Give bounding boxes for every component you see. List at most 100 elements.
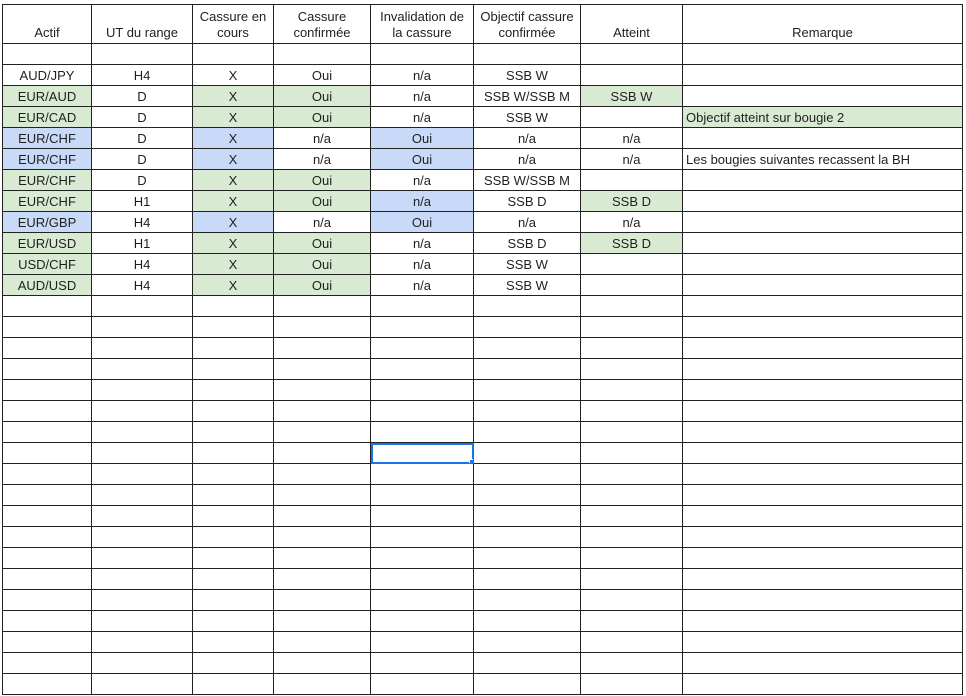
- cell-invalidation[interactable]: Oui: [370, 148, 474, 170]
- cell-cassure-en-cours[interactable]: [192, 316, 274, 338]
- header-cassure-confirmee[interactable]: Cassure confirmée: [273, 4, 371, 44]
- cell-remarque[interactable]: [682, 673, 963, 695]
- cell-actif[interactable]: [2, 484, 92, 506]
- cell-atteint[interactable]: [580, 568, 683, 590]
- cell-remarque[interactable]: [682, 547, 963, 569]
- cell-cassure-confirmee[interactable]: [273, 547, 371, 569]
- cell-actif[interactable]: EUR/AUD: [2, 85, 92, 107]
- cell-cassure-en-cours[interactable]: [192, 589, 274, 611]
- cell-invalidation[interactable]: n/a: [370, 253, 474, 275]
- cell-invalidation[interactable]: [370, 652, 474, 674]
- cell-remarque[interactable]: [682, 43, 963, 65]
- cell-cassure-confirmee[interactable]: [273, 358, 371, 380]
- cell-ut[interactable]: [91, 610, 193, 632]
- cell-actif[interactable]: [2, 505, 92, 527]
- cell-cassure-en-cours[interactable]: X: [192, 127, 274, 149]
- cell-ut[interactable]: [91, 421, 193, 443]
- cell-invalidation[interactable]: Oui: [370, 127, 474, 149]
- cell-invalidation[interactable]: [370, 547, 474, 569]
- cell-objectif[interactable]: [473, 358, 581, 380]
- cell-ut[interactable]: [91, 337, 193, 359]
- cell-atteint[interactable]: [580, 379, 683, 401]
- cell-atteint[interactable]: [580, 505, 683, 527]
- cell-cassure-confirmee[interactable]: [273, 43, 371, 65]
- cell-cassure-en-cours[interactable]: [192, 505, 274, 527]
- cell-actif[interactable]: [2, 673, 92, 695]
- cell-atteint[interactable]: n/a: [580, 148, 683, 170]
- cell-cassure-en-cours[interactable]: [192, 526, 274, 548]
- cell-cassure-en-cours[interactable]: [192, 400, 274, 422]
- cell-atteint[interactable]: [580, 400, 683, 422]
- cell-objectif[interactable]: [473, 442, 581, 464]
- cell-actif[interactable]: [2, 358, 92, 380]
- cell-cassure-confirmee[interactable]: [273, 379, 371, 401]
- cell-invalidation[interactable]: [370, 484, 474, 506]
- cell-actif[interactable]: [2, 652, 92, 674]
- cell-cassure-confirmee[interactable]: [273, 652, 371, 674]
- cell-invalidation[interactable]: [370, 631, 474, 653]
- cell-invalidation[interactable]: [370, 43, 474, 65]
- cell-ut[interactable]: [91, 547, 193, 569]
- cell-cassure-confirmee[interactable]: [273, 337, 371, 359]
- cell-actif[interactable]: EUR/CHF: [2, 127, 92, 149]
- cell-actif[interactable]: [2, 442, 92, 464]
- cell-cassure-en-cours[interactable]: X: [192, 64, 274, 86]
- cell-ut[interactable]: [91, 379, 193, 401]
- cell-objectif[interactable]: SSB W: [473, 253, 581, 275]
- cell-atteint[interactable]: [580, 421, 683, 443]
- cell-remarque[interactable]: [682, 610, 963, 632]
- cell-cassure-en-cours[interactable]: X: [192, 253, 274, 275]
- cell-atteint[interactable]: [580, 631, 683, 653]
- cell-objectif[interactable]: SSB D: [473, 190, 581, 212]
- cell-cassure-en-cours[interactable]: [192, 43, 274, 65]
- cell-invalidation[interactable]: n/a: [370, 169, 474, 191]
- cell-actif[interactable]: [2, 400, 92, 422]
- cell-cassure-confirmee[interactable]: [273, 505, 371, 527]
- cell-remarque[interactable]: [682, 232, 963, 254]
- cell-atteint[interactable]: SSB D: [580, 190, 683, 212]
- cell-ut[interactable]: [91, 484, 193, 506]
- cell-actif[interactable]: EUR/USD: [2, 232, 92, 254]
- cell-objectif[interactable]: SSB W/SSB M: [473, 169, 581, 191]
- fill-handle[interactable]: [469, 459, 473, 463]
- cell-invalidation[interactable]: n/a: [370, 64, 474, 86]
- cell-ut[interactable]: [91, 505, 193, 527]
- cell-cassure-confirmee[interactable]: Oui: [273, 64, 371, 86]
- cell-actif[interactable]: [2, 316, 92, 338]
- cell-remarque[interactable]: [682, 421, 963, 443]
- cell-cassure-confirmee[interactable]: [273, 610, 371, 632]
- cell-cassure-en-cours[interactable]: X: [192, 190, 274, 212]
- cell-objectif[interactable]: [473, 568, 581, 590]
- cell-cassure-confirmee[interactable]: [273, 295, 371, 317]
- cell-atteint[interactable]: [580, 610, 683, 632]
- cell-remarque[interactable]: [682, 295, 963, 317]
- cell-objectif[interactable]: [473, 295, 581, 317]
- cell-remarque[interactable]: Les bougies suivantes recassent la BH: [682, 148, 963, 170]
- cell-invalidation[interactable]: [370, 337, 474, 359]
- header-objectif[interactable]: Objectif cassure confirmée: [473, 4, 581, 44]
- cell-actif[interactable]: [2, 295, 92, 317]
- cell-remarque[interactable]: [682, 568, 963, 590]
- cell-ut[interactable]: H4: [91, 274, 193, 296]
- cell-objectif[interactable]: [473, 547, 581, 569]
- cell-actif[interactable]: [2, 610, 92, 632]
- cell-invalidation[interactable]: Oui: [370, 211, 474, 233]
- cell-invalidation[interactable]: n/a: [370, 190, 474, 212]
- cell-objectif[interactable]: SSB W: [473, 64, 581, 86]
- cell-ut[interactable]: [91, 652, 193, 674]
- cell-ut[interactable]: H1: [91, 232, 193, 254]
- cell-objectif[interactable]: SSB W: [473, 274, 581, 296]
- cell-ut[interactable]: D: [91, 85, 193, 107]
- cell-atteint[interactable]: n/a: [580, 127, 683, 149]
- cell-objectif[interactable]: [473, 652, 581, 674]
- cell-remarque[interactable]: [682, 169, 963, 191]
- cell-cassure-en-cours[interactable]: X: [192, 148, 274, 170]
- header-ut-du-range[interactable]: UT du range: [91, 4, 193, 44]
- cell-cassure-en-cours[interactable]: X: [192, 211, 274, 233]
- cell-cassure-en-cours[interactable]: [192, 568, 274, 590]
- cell-objectif[interactable]: SSB W: [473, 106, 581, 128]
- cell-objectif[interactable]: SSB D: [473, 232, 581, 254]
- cell-cassure-confirmee[interactable]: [273, 526, 371, 548]
- selected-cell[interactable]: [370, 442, 474, 464]
- cell-cassure-confirmee[interactable]: [273, 421, 371, 443]
